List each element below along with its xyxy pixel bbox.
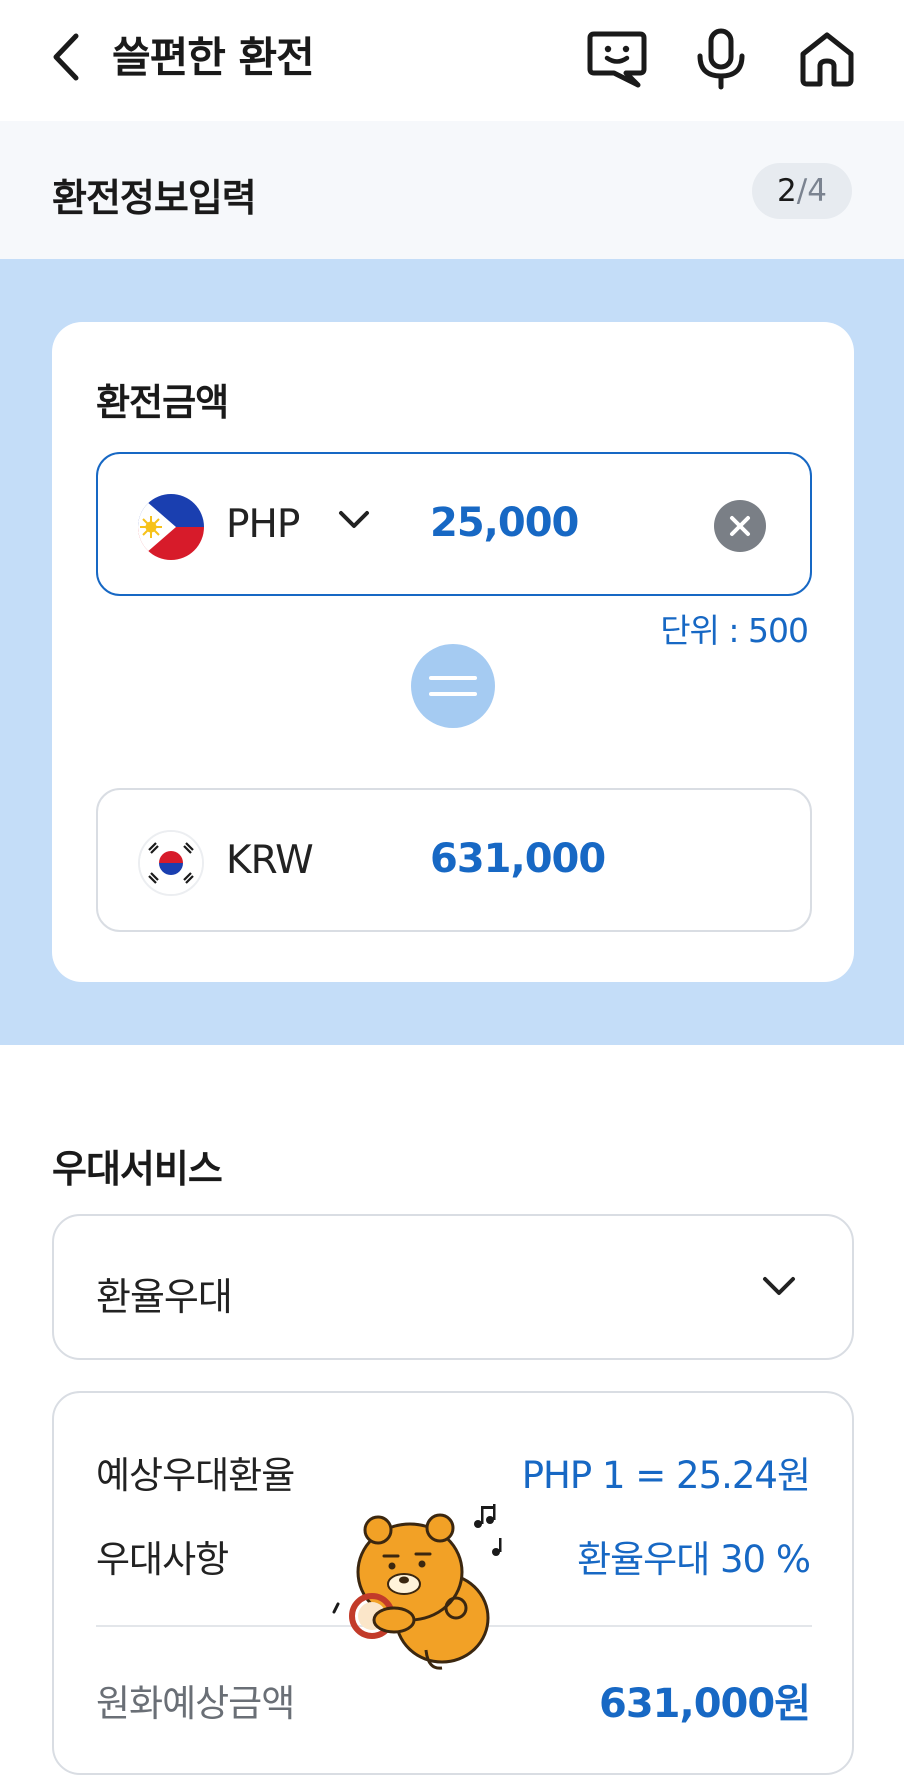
step-indicator: 2/4 bbox=[752, 163, 852, 219]
exchange-card: 환전금액 PHP 25,000 단위: 500 KRW 631,000 bbox=[52, 322, 854, 982]
from-currency-label: PHP bbox=[226, 502, 300, 547]
mascot-character-image bbox=[330, 1500, 510, 1680]
from-amount-field[interactable]: PHP 25,000 bbox=[96, 452, 812, 596]
currency-dropdown-button[interactable] bbox=[338, 510, 370, 534]
exchange-amount-title: 환전금액 bbox=[96, 381, 229, 424]
benefit-section-title: 우대서비스 bbox=[52, 1147, 223, 1191]
clear-amount-button[interactable] bbox=[714, 500, 766, 552]
chat-button[interactable] bbox=[584, 26, 650, 92]
total-krw-label: 원화예상금액 bbox=[96, 1682, 295, 1725]
step-bar: 환전정보입력 2/4 bbox=[0, 121, 904, 259]
chat-bubble-icon bbox=[587, 31, 647, 88]
back-button[interactable] bbox=[44, 28, 86, 86]
chevron-left-icon bbox=[53, 33, 79, 81]
step-total: 4 bbox=[807, 173, 827, 209]
total-krw-value: 631,000원 bbox=[599, 1681, 811, 1727]
benefit-detail-label: 우대사항 bbox=[96, 1538, 229, 1581]
to-currency-label: KRW bbox=[226, 838, 314, 883]
equals-icon bbox=[411, 644, 495, 728]
expected-rate-label: 예상우대환율 bbox=[96, 1454, 295, 1497]
expected-rate-value: PHP 1 = 25.24원 bbox=[521, 1454, 811, 1497]
step-separator: / bbox=[796, 173, 808, 209]
korea-flag-icon bbox=[138, 830, 204, 896]
voice-button[interactable] bbox=[688, 26, 754, 92]
benefit-select-value: 환율우대 bbox=[96, 1275, 233, 1319]
close-icon bbox=[730, 516, 750, 536]
step-title: 환전정보입력 bbox=[52, 176, 257, 220]
from-amount-value[interactable]: 25,000 bbox=[430, 500, 579, 546]
home-button[interactable] bbox=[794, 26, 860, 92]
philippines-flag-icon bbox=[138, 494, 204, 560]
to-amount-field: KRW 631,000 bbox=[96, 788, 812, 932]
step-current: 2 bbox=[777, 173, 797, 209]
page-title: 쓸편한 환전 bbox=[112, 33, 315, 82]
microphone-icon bbox=[697, 28, 745, 90]
benefit-select[interactable]: 환율우대 bbox=[52, 1214, 854, 1360]
app-header: 쓸편한 환전 bbox=[0, 0, 904, 121]
to-amount-value: 631,000 bbox=[430, 836, 606, 882]
unit-note: 단위 : 500 bbox=[660, 611, 809, 650]
home-icon bbox=[800, 32, 854, 87]
chevron-down-icon bbox=[762, 1276, 796, 1300]
chevron-down-icon bbox=[339, 511, 369, 528]
benefit-detail-value: 환율우대 30 % bbox=[577, 1538, 811, 1581]
exchange-section: 환전금액 PHP 25,000 단위: 500 KRW 631,000 bbox=[0, 259, 904, 1045]
